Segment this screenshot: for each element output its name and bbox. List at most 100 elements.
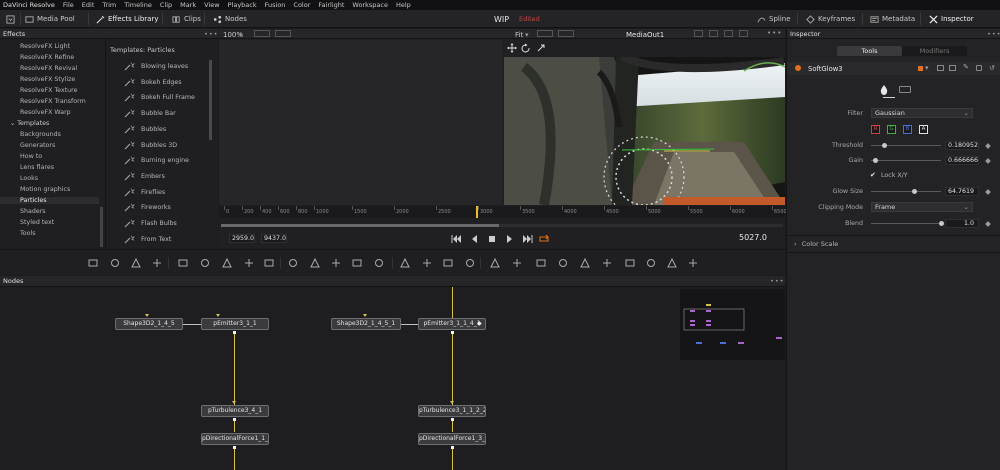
effects-library-button[interactable]: Effects Library — [96, 13, 159, 25]
metadata-button[interactable]: Metadata — [870, 13, 915, 25]
menu-item-view[interactable]: View — [204, 1, 219, 9]
node-pdirectionalforce-left[interactable]: pDirectionalForce1_1_1 — [201, 433, 269, 445]
gain-field[interactable]: 0.666666 — [945, 156, 979, 165]
menu-item-color[interactable]: Color — [293, 1, 310, 9]
node-navigator[interactable] — [680, 289, 785, 360]
node-shape3d-left[interactable]: Shape3D2_1_4_5 — [115, 318, 183, 330]
effects-tree-item[interactable]: Looks — [20, 175, 38, 182]
effects-tree-item[interactable]: ResolveFX Revival — [20, 65, 77, 72]
reset-icon[interactable]: ↺ — [989, 64, 995, 72]
viewer-option-b[interactable] — [709, 30, 718, 37]
text3d-icon[interactable] — [602, 258, 612, 268]
template-item[interactable]: Fireworks — [141, 204, 171, 211]
menu-item-timeline[interactable]: Timeline — [124, 1, 152, 9]
controls-tab-icon[interactable] — [879, 84, 889, 95]
menu-item-edit[interactable]: Edit — [82, 1, 95, 9]
viewer-lut-button[interactable] — [275, 30, 291, 37]
viewer-options-icon[interactable]: ••• — [767, 29, 782, 37]
menu-item-fairlight[interactable]: Fairlight — [318, 1, 344, 9]
text-tool-icon[interactable] — [131, 257, 141, 268]
threshold-field[interactable]: 0.180952 — [945, 141, 979, 150]
effects-tree-item[interactable]: Styled text — [20, 219, 54, 226]
spline-button[interactable]: Spline — [757, 13, 791, 25]
glow-size-slider[interactable] — [871, 191, 941, 192]
clips-button[interactable]: Clips — [172, 13, 201, 25]
node-pemitter-left[interactable]: pEmitter3_1_1 — [201, 318, 269, 330]
blend-slider[interactable] — [871, 223, 941, 224]
node-pturbulence-right[interactable]: pTurbulence3_1_1_2_2 — [418, 405, 486, 417]
node-pturbulence-left[interactable]: pTurbulence3_4_1 — [201, 405, 269, 417]
menu-item-davinci-resolve[interactable]: DaVinci Resolve — [3, 1, 55, 9]
matte-control-icon[interactable] — [244, 258, 254, 268]
viewer-option-d[interactable] — [739, 30, 748, 37]
effects-tree-item[interactable]: Shaders — [20, 208, 46, 215]
pin-icon[interactable]: ✎ — [963, 63, 969, 71]
color-corrector-icon[interactable] — [200, 258, 210, 268]
node-pdirectionalforce-right[interactable]: pDirectionalForce1_3_2 — [418, 433, 486, 445]
light3d-icon[interactable] — [688, 258, 698, 268]
menu-item-trim[interactable]: Trim — [102, 1, 116, 9]
threshold-keyframe-icon[interactable] — [985, 142, 991, 149]
effects-tree-item[interactable]: Generators — [20, 142, 55, 149]
tab-modifiers[interactable]: Modifiers — [902, 46, 967, 56]
effects-tree-item[interactable]: Backgrounds — [20, 131, 61, 138]
emitter-icon[interactable] — [490, 257, 500, 268]
tab-tools[interactable]: Tools — [837, 46, 902, 56]
renderer3d-icon[interactable] — [667, 257, 677, 268]
effects-tree-item[interactable]: ResolveFX Transform — [20, 98, 86, 105]
fit-dropdown[interactable]: Fit — [515, 31, 523, 39]
inspector-button[interactable]: Inspector — [929, 13, 974, 25]
node-pemitter-right[interactable]: pEmitter3_1_1_4_1 — [418, 318, 486, 330]
settings-tab-icon[interactable] — [899, 86, 911, 93]
effects-tree-item[interactable]: ResolveFX Warp — [20, 109, 71, 116]
effects-tree-item[interactable]: How to — [20, 153, 42, 160]
playhead[interactable] — [475, 206, 478, 218]
template-item[interactable]: Bubbles — [141, 126, 166, 133]
rectangle-mask-icon[interactable] — [400, 257, 410, 268]
effects-tree-item[interactable]: ResolveFX Light — [20, 43, 70, 50]
lock-icon[interactable] — [976, 65, 982, 71]
nodes-options-icon[interactable]: ••• — [770, 277, 785, 285]
out-frame-field[interactable]: 9437.0 — [261, 234, 287, 243]
effects-tree-item[interactable]: ResolveFX Stylize — [20, 76, 75, 83]
template-item[interactable]: Flash Bulbs — [141, 220, 177, 227]
effects-tree-item[interactable]: ResolveFX Texture — [20, 87, 77, 94]
menu-item-clip[interactable]: Clip — [160, 1, 172, 9]
background-tool-icon[interactable] — [88, 258, 98, 268]
templates-scrollbar[interactable] — [209, 60, 212, 140]
lock-xy-checkbox[interactable]: ✔ — [870, 171, 876, 179]
blend-field[interactable]: 1.0 — [945, 219, 979, 228]
transport-controls[interactable] — [451, 234, 551, 244]
effects-tree-item[interactable]: Motion graphics — [20, 186, 70, 193]
menu-item-file[interactable]: File — [63, 1, 74, 9]
node-color-swatch[interactable] — [918, 66, 923, 71]
viewer-layout-button[interactable] — [254, 30, 270, 37]
channel-toggle-r[interactable]: R — [871, 125, 880, 134]
keyframes-button[interactable]: Keyframes — [806, 13, 855, 25]
loader-tool-icon[interactable] — [352, 258, 362, 268]
media-out-viewer-image[interactable] — [504, 57, 785, 205]
viewer-option-c[interactable] — [724, 30, 733, 37]
nodes-button[interactable]: Nodes — [213, 13, 247, 25]
particle-kill-icon[interactable] — [558, 258, 568, 268]
menu-item-mark[interactable]: Mark — [180, 1, 196, 9]
in-frame-field[interactable]: 2959.0 — [229, 234, 255, 243]
left-viewer-empty[interactable] — [219, 40, 502, 205]
blend-keyframe-icon[interactable] — [985, 220, 991, 227]
channel-toggle-b[interactable]: B — [903, 125, 912, 134]
shape3d-icon[interactable] — [580, 257, 590, 268]
template-item[interactable]: Embers — [141, 173, 165, 180]
gain-slider-knob[interactable] — [873, 157, 879, 163]
timeline-scrubber[interactable] — [221, 224, 783, 227]
menu-item-workspace[interactable]: Workspace — [352, 1, 388, 9]
color-scale-section[interactable]: › Color Scale — [794, 240, 838, 248]
polygon-mask-icon[interactable] — [443, 258, 453, 268]
template-item[interactable]: From Text — [141, 236, 171, 243]
workspace-switcher-button[interactable] — [6, 13, 18, 25]
node-enable-icon[interactable] — [795, 65, 801, 71]
filter-dropdown[interactable]: Gaussian ⌄ — [871, 108, 973, 118]
channel-toggle-g[interactable]: G — [887, 125, 896, 134]
threshold-slider-knob[interactable] — [881, 142, 887, 148]
paint-tool-icon[interactable] — [110, 258, 120, 268]
node-header-row[interactable]: SoftGlow3 ▾ ✎ ↺ — [787, 62, 1000, 75]
